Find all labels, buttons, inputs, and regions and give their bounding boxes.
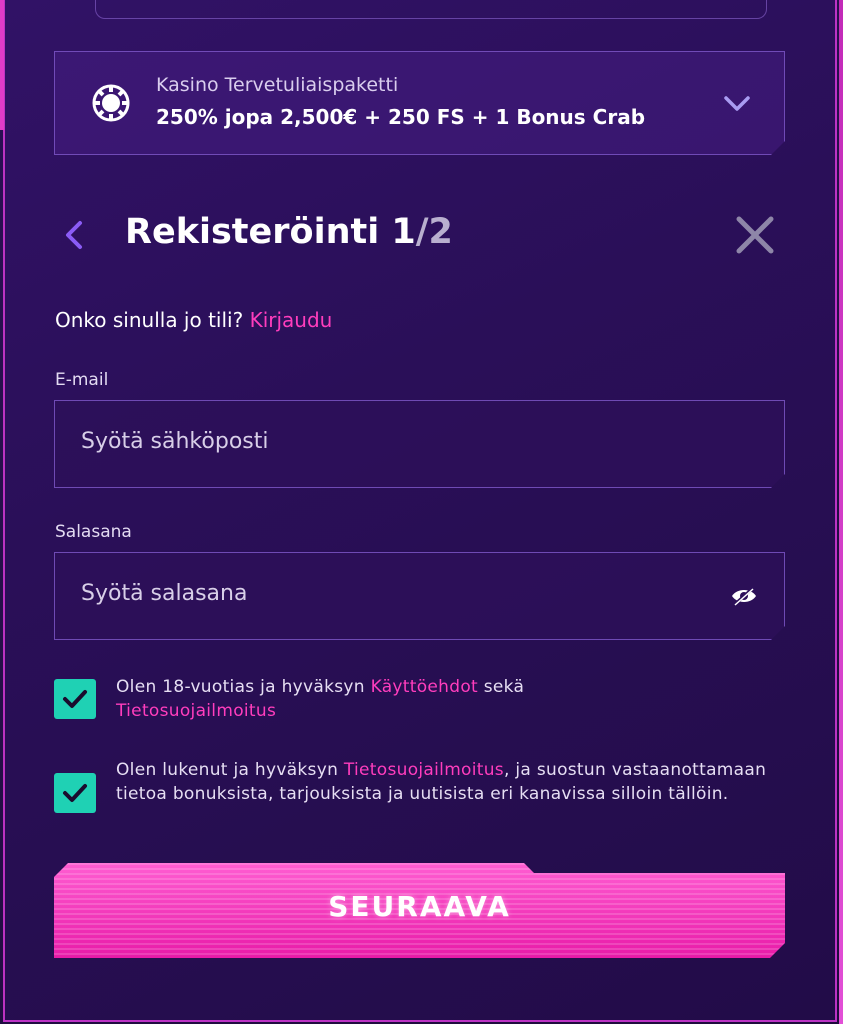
bonus-title: Kasino Tervetuliaispaketti — [156, 74, 399, 96]
email-label: E-mail — [55, 370, 109, 390]
casino-chip-icon — [92, 84, 130, 122]
frame-accent-left — [0, 0, 4, 130]
consent1-text-a: Olen 18-vuotias ja hyväksyn — [116, 677, 371, 697]
login-question: Onko sinulla jo tili? — [55, 308, 244, 332]
privacy-link-2[interactable]: Tietosuojailmoitus — [344, 760, 504, 780]
frame-accent-right — [839, 0, 843, 1024]
close-icon[interactable] — [734, 214, 776, 256]
password-placeholder: Syötä salasana — [81, 581, 248, 606]
age-terms-checkbox[interactable] — [54, 679, 96, 719]
back-arrow-icon[interactable] — [60, 218, 86, 252]
email-field[interactable]: Syötä sähköposti — [54, 400, 785, 488]
consent1-text-b: sekä — [478, 677, 525, 697]
privacy-link[interactable]: Tietosuojailmoitus — [116, 701, 276, 721]
title-step: /2 — [415, 212, 453, 252]
eye-off-icon[interactable] — [730, 585, 758, 607]
bonus-offer: 250% jopa 2,500€ + 250 FS + 1 Bonus Crab — [156, 105, 646, 129]
check-icon — [63, 784, 87, 802]
password-field[interactable]: Syötä salasana — [54, 552, 785, 640]
consent2-text-a: Olen lukenut ja hyväksyn — [116, 760, 344, 780]
title-main: Rekisteröinti 1 — [125, 212, 416, 252]
marketing-consent-checkbox[interactable] — [54, 773, 96, 813]
check-icon — [63, 690, 87, 708]
login-prompt: Onko sinulla jo tili? Kirjaudu — [55, 308, 332, 332]
login-link[interactable]: Kirjaudu — [250, 308, 333, 332]
top-panel-edge — [95, 0, 767, 19]
chevron-down-icon[interactable] — [722, 88, 752, 118]
password-label: Salasana — [55, 522, 132, 542]
age-terms-text: Olen 18-vuotias ja hyväksyn Käyttöehdot … — [116, 675, 786, 723]
next-button-label: SEURAAVA — [328, 890, 511, 923]
terms-link[interactable]: Käyttöehdot — [371, 677, 478, 697]
bonus-selector[interactable] — [54, 51, 785, 155]
email-placeholder: Syötä sähköposti — [81, 429, 269, 454]
marketing-consent-text: Olen lukenut ja hyväksyn Tietosuojailmoi… — [116, 758, 786, 806]
page-title: Rekisteröinti 1/2 — [125, 212, 453, 252]
